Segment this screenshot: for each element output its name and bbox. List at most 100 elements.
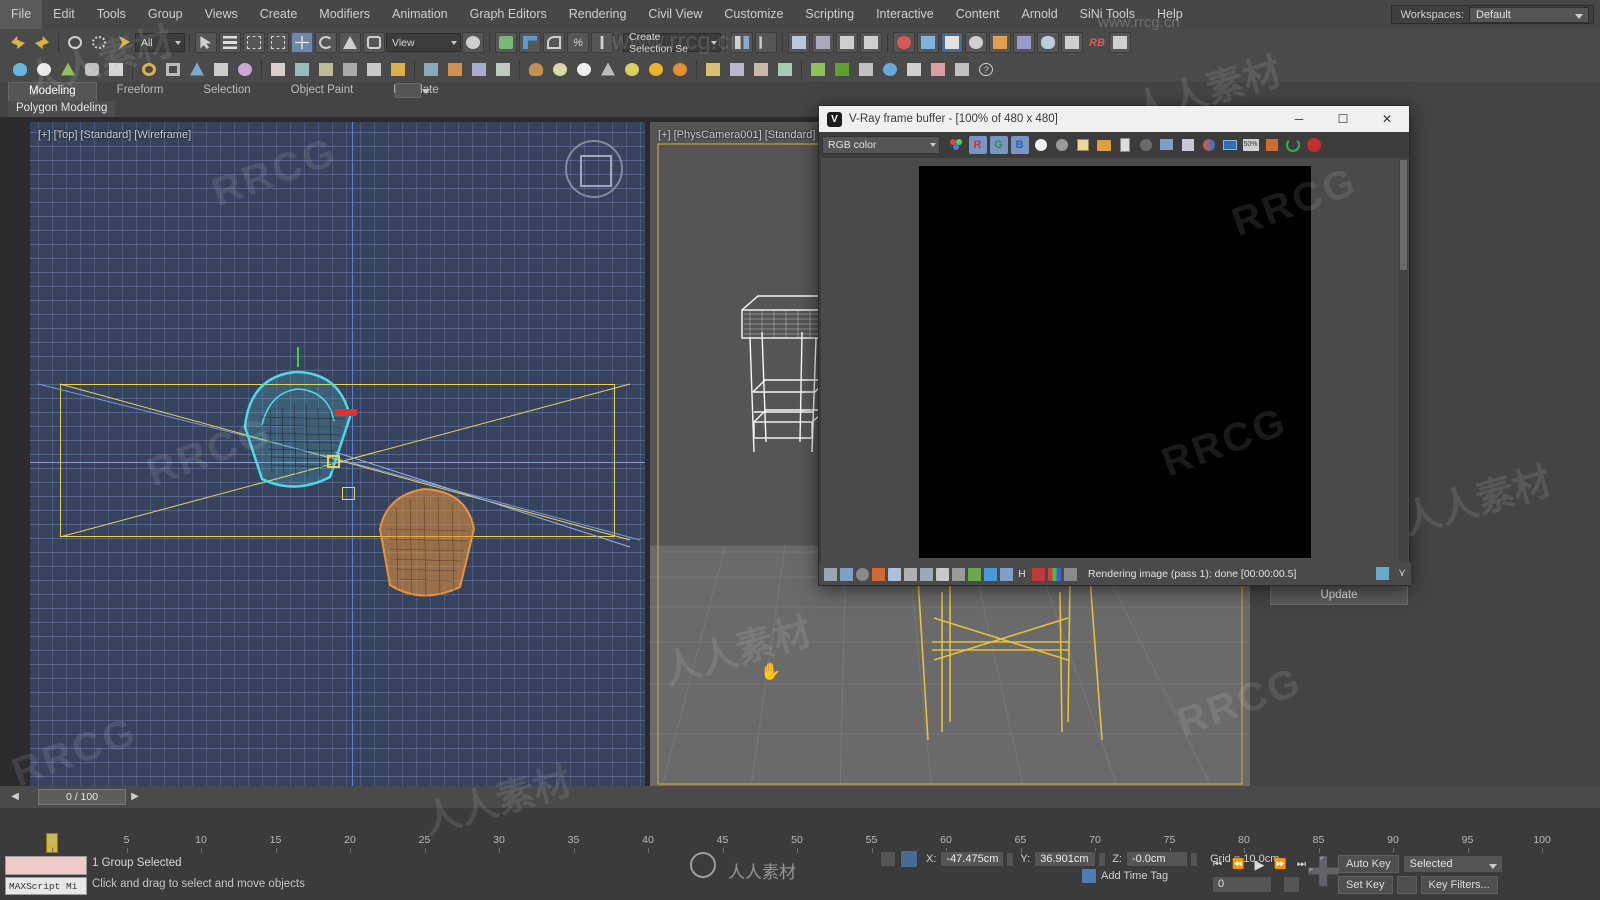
key-mode-dropdown[interactable]: Selected (1402, 855, 1503, 873)
vfb-minimize-button[interactable]: ─ (1277, 106, 1321, 132)
menu-item-content[interactable]: Content (945, 0, 1011, 29)
rb-icon[interactable]: RB (1085, 32, 1107, 53)
frame-ruler[interactable]: 0 5 10 15 20 25 30 35 40 45 50 55 60 65 70 75 80 85 90 95 10… (0, 832, 1600, 854)
levels-icon[interactable] (951, 567, 965, 581)
menu-item-interactive[interactable]: Interactive (865, 0, 945, 29)
coord-x-value[interactable]: -47.475cm (940, 851, 1005, 867)
open-file-icon[interactable] (702, 59, 724, 80)
curve-icon[interactable] (935, 567, 949, 581)
vray-sun-icon[interactable] (645, 59, 667, 80)
time-slider-bar[interactable]: ◀ 0 / 100 ▶ (0, 786, 1600, 808)
link-icon[interactable] (64, 32, 86, 53)
vfb-image-canvas[interactable] (821, 158, 1409, 565)
set-key-button[interactable]: Set Key (1338, 876, 1393, 894)
weld-icon[interactable] (444, 59, 466, 80)
railclone-icon[interactable] (855, 59, 877, 80)
menu-item-animation[interactable]: Animation (381, 0, 459, 29)
spinner-snap-icon[interactable] (591, 32, 613, 53)
add-time-tag-control[interactable]: Add Time Tag (1082, 869, 1168, 883)
lamp-orange-wireframe[interactable] (362, 477, 512, 617)
ribbon-tab-selection[interactable]: Selection (183, 82, 270, 101)
icc-icon[interactable] (999, 567, 1013, 581)
torus-icon[interactable] (138, 59, 160, 80)
render-setup-icon[interactable] (917, 32, 939, 53)
ocio-icon[interactable] (983, 567, 997, 581)
key-mode-toggle-icon[interactable] (1283, 876, 1300, 893)
select-and-manipulate-icon[interactable] (495, 32, 517, 53)
bevel-icon[interactable] (315, 59, 337, 80)
window-crossing-icon[interactable] (267, 32, 289, 53)
next-frame-arrow[interactable]: ▶ (128, 790, 142, 804)
coord-y-field[interactable]: Y: 36.901cm (1020, 851, 1107, 867)
h-icon[interactable]: H (1016, 568, 1029, 581)
activeshade-icon[interactable] (1013, 32, 1035, 53)
lens-effects-icon[interactable] (1063, 567, 1077, 581)
coord-z-spinner[interactable] (1189, 851, 1198, 867)
batch-tool-icon[interactable] (903, 59, 925, 80)
blue-channel-icon[interactable]: B (1010, 136, 1029, 154)
vray-proxy-icon[interactable] (525, 59, 547, 80)
forest-pack-icon[interactable] (831, 59, 853, 80)
ribbon-tab-freeform[interactable]: Freeform (97, 82, 184, 101)
angle-snap-icon[interactable] (543, 32, 565, 53)
menu-item-edit[interactable]: Edit (42, 0, 86, 29)
top-viewport[interactable]: [+] [Top] [Standard] [Wireframe] (30, 122, 645, 794)
material-editor-icon[interactable] (893, 32, 915, 53)
maxscript-mini-listener-label[interactable]: MAXScript Mi (5, 877, 87, 895)
shell-icon[interactable] (363, 59, 385, 80)
menu-item-arnold[interactable]: Arnold (1011, 0, 1069, 29)
cone-icon[interactable] (57, 59, 79, 80)
vray-light-icon[interactable] (621, 59, 643, 80)
vray-sphere-icon[interactable] (573, 59, 595, 80)
color-picker-icon[interactable] (927, 59, 949, 80)
color-balance-icon[interactable] (919, 567, 933, 581)
histogram-icon[interactable] (1047, 567, 1061, 581)
project-folder-icon[interactable] (1109, 32, 1131, 53)
add-time-tag-plus-icon[interactable]: ➕ (1306, 852, 1341, 892)
geosphere-icon[interactable] (234, 59, 256, 80)
time-slider-handle[interactable]: 0 / 100 (38, 789, 126, 805)
vfb-title-bar[interactable]: V V-Ray frame buffer - [100% of 480 x 48… (819, 106, 1409, 132)
layer-manager-icon[interactable] (788, 32, 810, 53)
bind-space-warp-icon[interactable] (112, 32, 134, 53)
refresh-icon[interactable] (1284, 136, 1302, 154)
auto-key-button[interactable]: Auto Key (1338, 855, 1399, 873)
vfb-scrollbar[interactable] (1399, 158, 1408, 565)
color-channels-icon[interactable] (948, 136, 966, 154)
spline-icon[interactable] (387, 59, 409, 80)
vfb-rendered-image[interactable] (919, 166, 1311, 558)
select-and-move-icon[interactable] (291, 32, 313, 53)
menu-item-rendering[interactable]: Rendering (558, 0, 638, 29)
vray-frame-buffer-window[interactable]: V V-Ray frame buffer - [100% of 480 x 48… (818, 105, 1411, 586)
vfb-close-button[interactable]: ✕ (1365, 106, 1409, 132)
coord-z-field[interactable]: Z: -0.0cm (1112, 851, 1198, 867)
coord-z-value[interactable]: -0.0cm (1125, 851, 1188, 867)
tube-icon[interactable] (162, 59, 184, 80)
workspaces-dropdown[interactable]: Default (1469, 6, 1589, 23)
ribbon-minimize-icon[interactable] (395, 83, 430, 98)
color-corrections-icon[interactable] (1200, 136, 1218, 154)
maxscript-listener-icon[interactable] (951, 59, 973, 80)
render-frame-window-icon[interactable] (941, 32, 963, 53)
copy-to-clipboard-icon[interactable] (1116, 136, 1134, 154)
chamfer-icon[interactable] (339, 59, 361, 80)
stop-render-icon[interactable] (1305, 136, 1323, 154)
proxy-tool-icon[interactable] (807, 59, 829, 80)
plane-icon[interactable] (210, 59, 232, 80)
coord-x-spinner[interactable] (1006, 851, 1015, 867)
menu-item-scripting[interactable]: Scripting (794, 0, 865, 29)
duplicate-vfb-icon[interactable] (1158, 136, 1176, 154)
view-cube-icon[interactable] (565, 140, 623, 198)
add-time-tag-label[interactable]: Add Time Tag (1101, 870, 1168, 882)
lock-selection-icon[interactable] (880, 851, 896, 867)
menu-item-civil-view[interactable]: Civil View (637, 0, 713, 29)
helper-icon[interactable] (267, 59, 289, 80)
hue-saturation-icon[interactable] (903, 567, 917, 581)
cylinder-icon[interactable] (81, 59, 103, 80)
play-animation-icon[interactable]: ▶ (1251, 856, 1268, 873)
coord-x-field[interactable]: X: -47.475cm (926, 851, 1015, 867)
exposure-icon[interactable] (871, 567, 885, 581)
select-and-scale-icon[interactable] (339, 32, 361, 53)
vfb-expand-icon[interactable]: ⋎ (1398, 566, 1406, 579)
layers-icon[interactable] (839, 567, 853, 581)
